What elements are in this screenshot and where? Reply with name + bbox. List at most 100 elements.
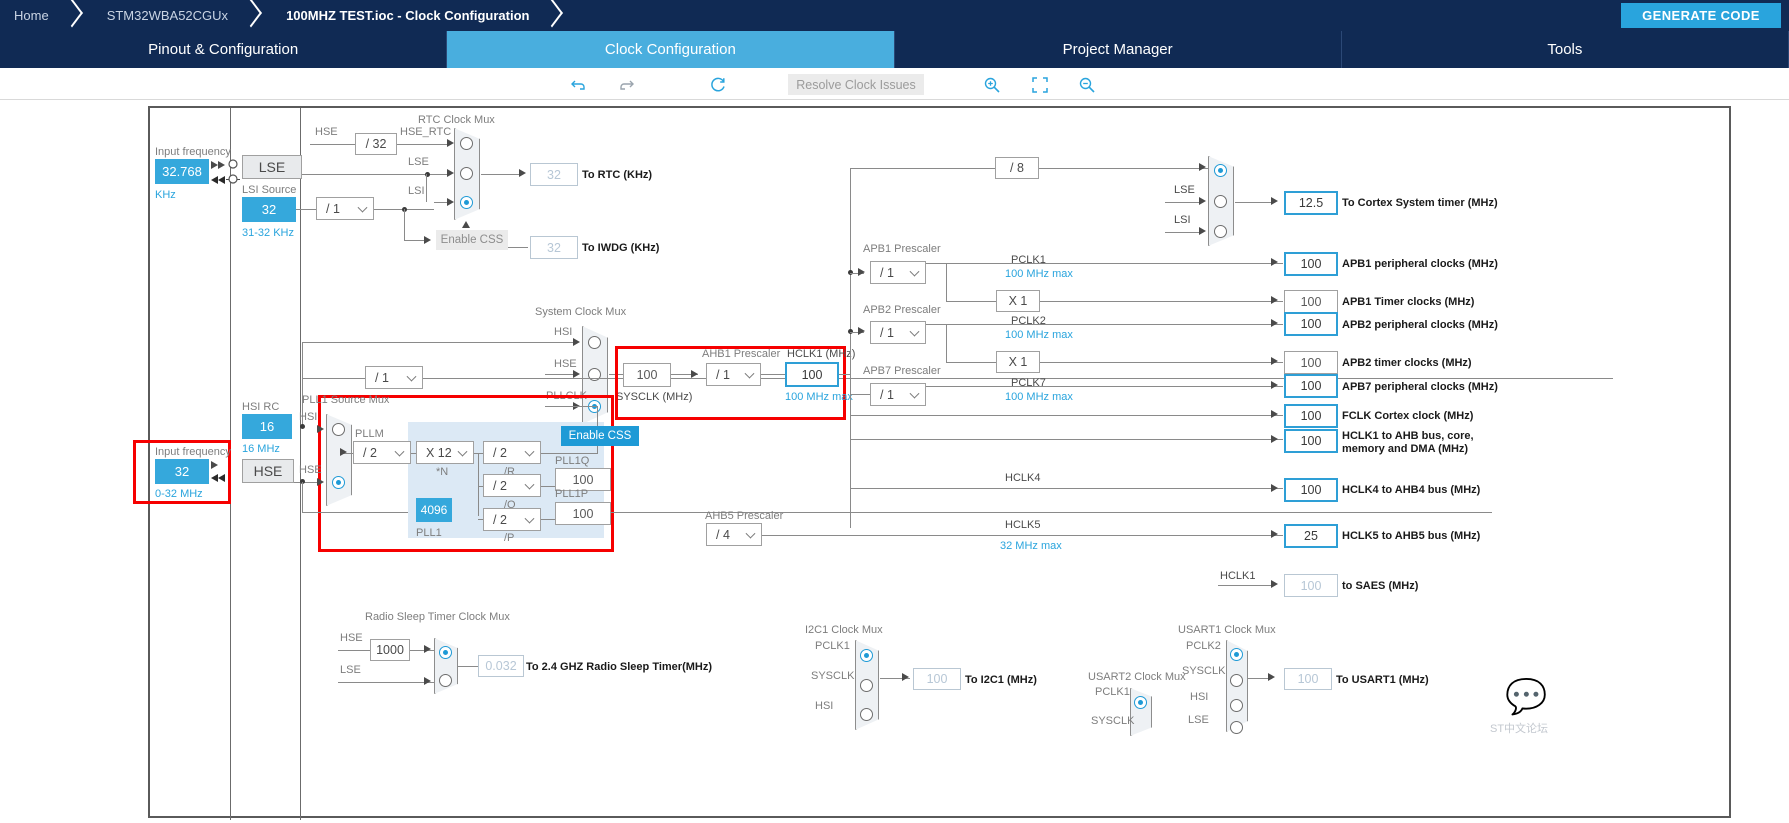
zoom-out-icon[interactable]	[1076, 74, 1098, 96]
hclk4-value[interactable]: 100	[1284, 478, 1338, 502]
apb1-in-arrow-icon	[858, 268, 865, 276]
radio-sleep-mux-option-lse[interactable]	[439, 674, 452, 687]
apb2-peripheral-value[interactable]: 100	[1284, 312, 1338, 336]
ahb5-prescaler-dropdown[interactable]: / 4	[706, 523, 762, 546]
lsi-branch-wire2	[404, 240, 424, 241]
i2c1-mux-option-sysclk[interactable]	[860, 679, 873, 692]
usart1-mux-option-lse[interactable]	[1230, 721, 1243, 734]
cortex-mux-option-lse[interactable]	[1214, 195, 1227, 208]
breadcrumb-chevron-icon	[539, 0, 565, 31]
lse-input-frequency-field[interactable]: 32.768	[155, 159, 209, 184]
lsi-frequency-field[interactable]: 32	[242, 197, 296, 222]
reset-icon[interactable]	[707, 74, 729, 96]
usart1-mux-lse-label: LSE	[1188, 714, 1209, 726]
tab-project-manager[interactable]: Project Manager	[894, 31, 1342, 68]
undo-icon[interactable]	[568, 74, 590, 96]
apb1-timer-value: 100	[1284, 290, 1338, 313]
pllr-out-wire	[541, 453, 598, 454]
radio-sleep-mux-option-hse[interactable]	[439, 646, 452, 659]
apb2-prescaler-dropdown[interactable]: / 1	[870, 321, 926, 344]
hclk1-bus-value[interactable]: 100	[1284, 429, 1338, 453]
pll-source-mux-option-hsi[interactable]	[332, 423, 345, 436]
sysclk-hse-wire	[545, 374, 573, 375]
chevron-down-icon	[357, 202, 368, 213]
hclk1-value-field[interactable]: 100	[785, 362, 839, 387]
pllp-out-wire	[541, 519, 555, 520]
usart1-mux-option-hsi[interactable]	[1230, 699, 1243, 712]
apb1-peripheral-value[interactable]: 100	[1284, 252, 1338, 276]
radio-sleep-lse-wire	[338, 682, 434, 683]
lsi-divider-dropdown[interactable]: / 1	[316, 197, 374, 220]
cortex-mux-option-lsi[interactable]	[1214, 225, 1227, 238]
breadcrumb-item-home[interactable]: Home	[0, 0, 59, 31]
enable-css-lse-button[interactable]: Enable CSS	[436, 230, 508, 250]
hse-div32-box: / 32	[355, 133, 397, 155]
plln-dropdown[interactable]: X 12	[416, 441, 474, 464]
breadcrumb-item-device[interactable]: STM32WBA52CGUx	[85, 0, 238, 31]
tab-tools[interactable]: Tools	[1341, 31, 1789, 68]
cortex-lsi-wire	[1165, 232, 1199, 233]
breadcrumb-item-current[interactable]: 100MHZ TEST.ioc - Clock Configuration	[264, 0, 539, 31]
redo-icon[interactable]	[615, 74, 637, 96]
i2c1-mux-option-pclk1[interactable]	[860, 649, 873, 662]
fit-to-screen-icon[interactable]	[1029, 74, 1051, 96]
usart2-mux-option-pclk1[interactable]	[1134, 696, 1147, 709]
pllp-dropdown[interactable]: / 2	[483, 508, 541, 531]
hclk5-max-label: 32 MHz max	[1000, 540, 1062, 552]
apb1-prescaler-dropdown[interactable]: / 1	[870, 261, 926, 284]
hclk5-value[interactable]: 25	[1284, 524, 1338, 548]
cortex-div8-out-wire	[1039, 168, 1209, 169]
apb1-peripheral-label: APB1 peripheral clocks (MHz)	[1342, 258, 1498, 270]
fclk-value[interactable]: 100	[1284, 404, 1338, 428]
pll-source-mux-option-hse[interactable]	[332, 476, 345, 489]
usart1-mux-option-pclk2[interactable]	[1230, 648, 1243, 661]
i2c1-mux-option-hsi[interactable]	[860, 708, 873, 721]
apb7-peripheral-value[interactable]: 100	[1284, 374, 1338, 398]
rtc-mux-option-lse[interactable]	[460, 167, 473, 180]
pllq-dropdown[interactable]: / 2	[483, 474, 541, 497]
pll1-fracn-field[interactable]: 4096	[416, 498, 452, 522]
apb7-periph-arrow-icon	[1271, 381, 1278, 389]
apb7-prescaler-dropdown[interactable]: / 1	[870, 383, 926, 406]
cortex-timer-value[interactable]: 12.5	[1284, 191, 1338, 215]
generate-code-button[interactable]: GENERATE CODE	[1621, 3, 1781, 28]
rtc-mux-input-lsi-label: LSI	[408, 185, 425, 197]
zoom-in-icon[interactable]	[981, 74, 1003, 96]
sysclk-mux-option-hse[interactable]	[588, 368, 601, 381]
ahb1-prescaler-dropdown[interactable]: / 1	[706, 363, 761, 386]
chevron-down-icon	[457, 446, 468, 457]
hclk4-bus-label: HCLK4	[1005, 472, 1041, 484]
apb2-peripheral-label: APB2 peripheral clocks (MHz)	[1342, 319, 1498, 331]
tab-clock-configuration[interactable]: Clock Configuration	[447, 31, 895, 68]
iwdg-output-value: 32	[530, 236, 578, 259]
rtc-mux-option-hse-rtc[interactable]	[460, 137, 473, 150]
radio-sleep-lse-label: LSE	[340, 664, 361, 676]
rtc-mux-option-lsi[interactable]	[460, 196, 473, 209]
enable-css-sysclk-button[interactable]: Enable CSS	[561, 426, 639, 446]
sysclk-mux-option-hsi[interactable]	[588, 336, 601, 349]
hse-in-arrow-icon	[211, 461, 218, 469]
cortex-lsi-arrow-icon	[1199, 227, 1206, 235]
plln-label: *N	[436, 466, 449, 478]
ahb5-prescaler-value: / 4	[716, 527, 730, 542]
apb1-timer-in-wire	[946, 301, 996, 302]
pll-src-hsi-arrow-icon	[317, 425, 324, 433]
cortex-mux-option-hclk[interactable]	[1214, 164, 1227, 177]
tab-pinout-configuration[interactable]: Pinout & Configuration	[0, 31, 448, 68]
usart1-mux-option-sysclk[interactable]	[1230, 674, 1243, 687]
hclk1-bus-label-line1: HCLK1 to AHB bus, core,	[1342, 430, 1474, 442]
chevron-down-icon	[909, 266, 920, 277]
iwdg-wire	[508, 247, 528, 248]
cortex-mux-lse-label: LSE	[1174, 184, 1195, 196]
pllr-dropdown[interactable]: / 2	[483, 441, 541, 464]
pllm-dropdown[interactable]: / 2	[353, 441, 411, 464]
hse-input-frequency-field[interactable]: 32	[155, 459, 209, 484]
clock-tree-canvas[interactable]: Input frequency 32.768 KHz LSE LSI Sourc…	[0, 100, 1789, 823]
hsi-sysclk-divider-dropdown[interactable]: / 1	[365, 366, 423, 389]
hclk4-arrow-icon	[1271, 484, 1278, 492]
i2c1-mux-pclk1-label: PCLK1	[815, 640, 850, 652]
clock-tree-frame: Input frequency 32.768 KHz LSE LSI Sourc…	[133, 106, 1731, 820]
resolve-clock-issues-button[interactable]: Resolve Clock Issues	[788, 74, 924, 95]
plln-branch-vertical	[478, 453, 479, 516]
hclk1-label: HCLK1 (MHz)	[787, 348, 856, 360]
